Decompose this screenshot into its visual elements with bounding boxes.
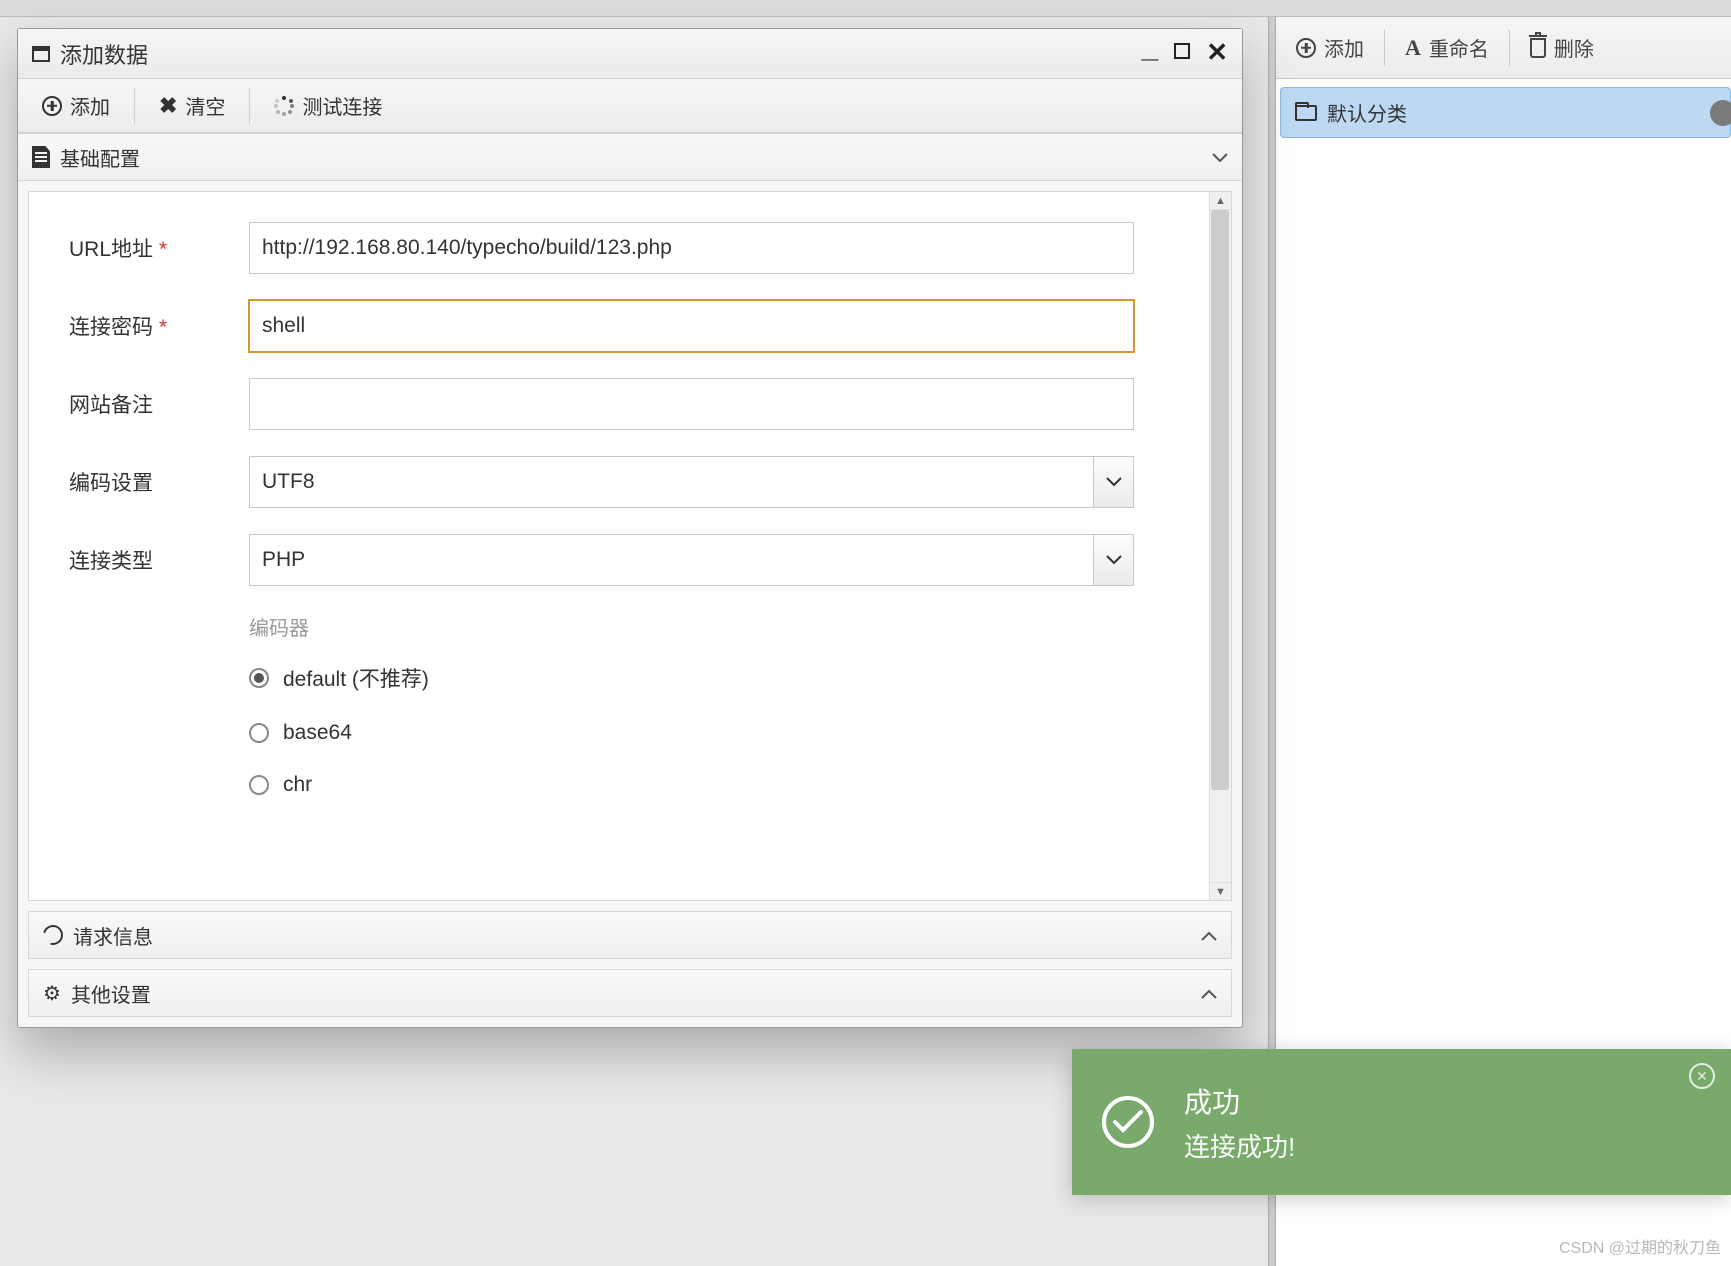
encoding-value: UTF8 [262,470,315,494]
request-info-header[interactable]: 请求信息 [28,911,1232,959]
rp-add-label: 添加 [1324,33,1364,62]
count-badge [1710,100,1731,126]
section-title: 请求信息 [73,921,153,950]
chevron-down-icon [1093,457,1133,507]
clear-button[interactable]: ✖ 清空 [135,79,249,132]
rp-add-button[interactable]: 添加 [1282,27,1378,68]
maximize-button[interactable] [1174,43,1190,59]
section-title: 基础配置 [60,143,140,172]
window-icon [32,46,50,62]
scrollbar[interactable]: ▲ ▼ [1209,192,1231,900]
check-circle-icon [1102,1096,1154,1148]
dialog-title: 添加数据 [60,38,1142,70]
spinner-icon [274,96,294,116]
window-controls: _ ✕ [1142,39,1228,69]
basic-config-header[interactable]: 基础配置 [18,133,1242,181]
scroll-down-icon[interactable]: ▼ [1209,882,1231,900]
radio-icon [249,775,269,795]
toast-title: 成功 [1184,1081,1295,1121]
trash-icon [1530,38,1546,58]
encoder-sublabel: 编码器 [249,612,1191,641]
dialog-titlebar[interactable]: 添加数据 _ ✕ [18,29,1242,79]
password-input[interactable] [249,300,1134,352]
conn-type-row: 连接类型 PHP [69,534,1191,586]
right-panel-toolbar: 添加 A 重命名 删除 [1276,17,1731,79]
add-button[interactable]: 添加 [18,79,134,132]
toast-message: 连接成功! [1184,1127,1295,1164]
x-icon: ✖ [159,93,177,119]
document-icon [32,146,50,168]
encoding-select[interactable]: UTF8 [249,456,1134,508]
plus-circle-icon [42,96,62,116]
rp-rename-button[interactable]: A 重命名 [1391,27,1503,68]
toast-close-button[interactable]: ✕ [1689,1063,1715,1089]
radio-label: default (不推荐) [283,663,429,693]
section-title: 其他设置 [71,979,151,1008]
config-form: URL地址* 连接密码* 网站备注 编码设置 UTF8 [29,192,1231,797]
encoder-option-chr[interactable]: chr [249,773,1191,797]
font-icon: A [1405,35,1421,61]
folder-icon [1295,105,1317,121]
rp-delete-label: 删除 [1554,33,1594,62]
gears-icon: ⚙ [43,981,61,1006]
other-settings-header[interactable]: ⚙ 其他设置 [28,969,1232,1017]
chevron-down-icon [1093,535,1133,585]
minimize-button[interactable]: _ [1142,33,1159,63]
category-label: 默认分类 [1327,98,1407,127]
radio-label: chr [283,773,312,797]
rp-delete-button[interactable]: 删除 [1516,27,1608,68]
note-row: 网站备注 [69,378,1191,430]
password-row: 连接密码* [69,300,1191,352]
radio-label: base64 [283,721,352,745]
test-label: 测试连接 [302,91,382,120]
chevron-up-icon [1201,982,1217,1005]
url-input[interactable] [249,222,1134,274]
url-row: URL地址* [69,222,1191,274]
basic-config-body: URL地址* 连接密码* 网站备注 编码设置 UTF8 [28,191,1232,901]
edge-icon [39,921,66,948]
radio-icon [249,668,269,688]
plus-circle-icon [1296,38,1316,58]
radio-icon [249,723,269,743]
watermark: CSDN @过期的秋刀鱼 [1559,1234,1721,1258]
add-label: 添加 [70,91,110,120]
dialog-toolbar: 添加 ✖ 清空 测试连接 [18,79,1242,133]
conn-type-value: PHP [262,548,305,572]
chevron-down-icon [1212,146,1228,169]
add-data-dialog: 添加数据 _ ✕ 添加 ✖ 清空 测试连接 基 [17,28,1243,1028]
success-toast: 成功 连接成功! ✕ [1072,1049,1731,1195]
scroll-thumb[interactable] [1211,210,1229,790]
toast-text: 成功 连接成功! [1184,1081,1295,1164]
test-connection-button[interactable]: 测试连接 [250,79,406,132]
note-input[interactable] [249,378,1134,430]
conn-type-select[interactable]: PHP [249,534,1134,586]
scroll-up-icon[interactable]: ▲ [1209,192,1231,210]
password-label: 连接密码* [69,311,249,341]
rp-rename-label: 重命名 [1429,33,1489,62]
category-item[interactable]: 默认分类 [1280,87,1731,138]
encoder-option-base64[interactable]: base64 [249,721,1191,745]
app-top-strip [0,0,1731,17]
conn-type-label: 连接类型 [69,545,249,575]
separator [1384,30,1385,66]
chevron-up-icon [1201,924,1217,947]
note-label: 网站备注 [69,389,249,419]
clear-label: 清空 [185,91,225,120]
close-button[interactable]: ✕ [1206,39,1228,69]
separator [1509,30,1510,66]
encoding-label: 编码设置 [69,467,249,497]
url-label: URL地址* [69,233,249,263]
encoding-row: 编码设置 UTF8 [69,456,1191,508]
encoder-option-default[interactable]: default (不推荐) [249,663,1191,693]
